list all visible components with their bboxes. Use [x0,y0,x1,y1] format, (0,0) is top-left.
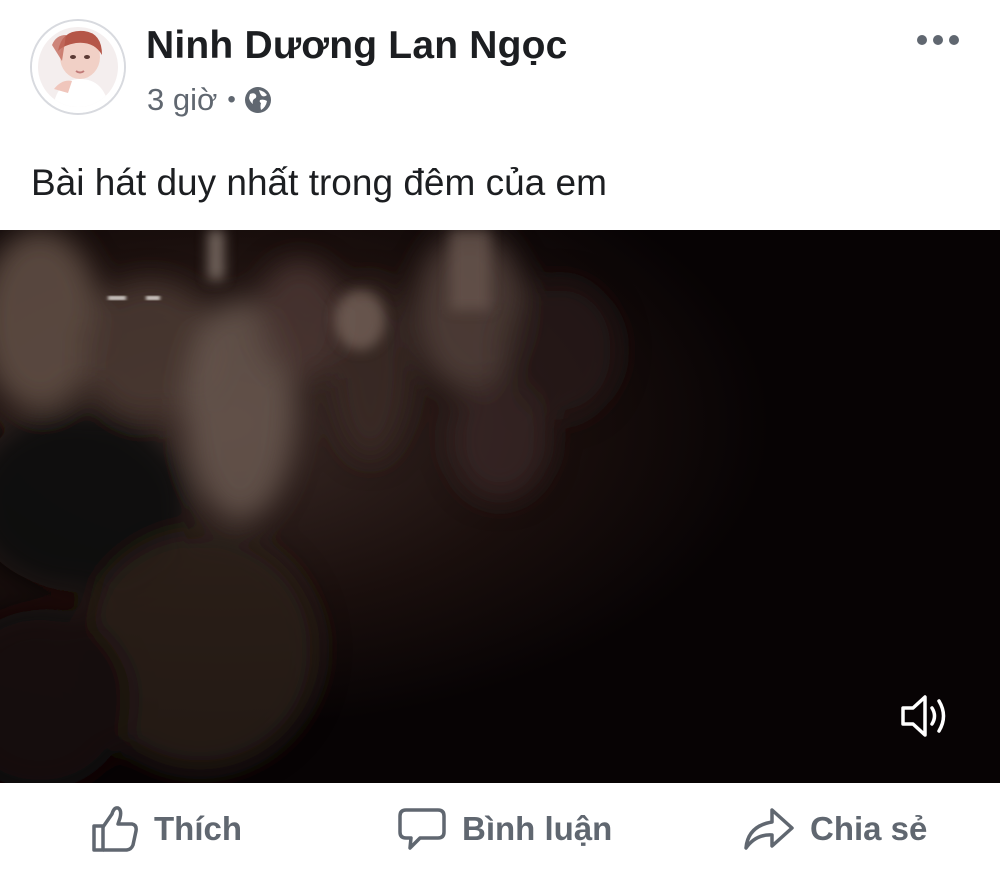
avatar-photo [32,21,124,113]
thumbs-up-icon [92,806,138,852]
more-options-button[interactable] [910,22,966,58]
post-time[interactable]: 3 giờ [147,82,217,118]
globe-icon [244,87,271,113]
like-button[interactable]: Thích [90,801,242,857]
post-action-bar: Thích Bình luận Chia sẻ [0,783,1000,876]
share-button[interactable]: Chia sẻ [742,801,927,857]
like-label: Thích [154,810,242,847]
comment-button[interactable]: Bình luận [396,801,612,857]
share-arrow-icon [744,808,794,850]
post-meta: 3 giờ • [147,82,272,118]
facebook-post: Ninh Dương Lan Ngọc 3 giờ • Bài hát duy … [0,0,1000,876]
more-options-icon [917,35,959,45]
speaker-volume-icon [901,695,946,737]
post-caption: Bài hát duy nhất trong đêm của em [31,162,607,203]
video-player[interactable] [0,230,1000,783]
volume-button[interactable] [894,688,956,744]
author-name[interactable]: Ninh Dương Lan Ngọc [146,24,568,68]
comment-label: Bình luận [462,810,613,847]
meta-separator: • [227,86,236,113]
avatar[interactable] [30,19,126,115]
comment-bubble-icon [398,808,446,850]
share-label: Chia sẻ [810,810,928,847]
video-frame [0,230,1000,783]
